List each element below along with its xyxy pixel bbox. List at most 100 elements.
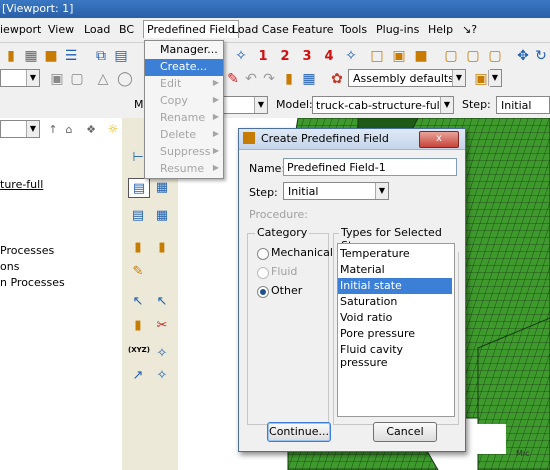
types-list[interactable]: Temperature Material assignment Initial … (337, 243, 455, 417)
view-3-button[interactable]: 3 (298, 47, 316, 65)
continue-button[interactable]: Continue... (267, 422, 331, 442)
close-icon[interactable]: x (419, 131, 459, 148)
menu-plug-ins[interactable]: Plug-ins (376, 23, 419, 36)
radio-fluid[interactable] (257, 267, 269, 279)
type-void-ratio[interactable]: Void ratio (338, 310, 452, 326)
menu-view[interactable]: View (48, 23, 74, 36)
step-combo[interactable]: Initial (496, 96, 550, 114)
type-fluid-cavity-pressure[interactable]: Fluid cavity pressure (338, 342, 452, 369)
tree-home-icon[interactable]: ⌂ (60, 120, 78, 138)
amplitude-icon[interactable]: ✎ (128, 262, 148, 280)
field-create-icon[interactable]: ▮ (128, 238, 148, 256)
menu-item-manager[interactable]: Manager... (145, 42, 223, 59)
undo-icon[interactable]: ↶ (242, 70, 260, 88)
datum-icon[interactable]: ↗ (128, 366, 148, 384)
query-icon[interactable]: ▮ (280, 70, 298, 88)
cube-combo[interactable]: ▼ (488, 69, 502, 87)
tree-item-processes[interactable]: Processes (0, 244, 54, 257)
radio-mechanical[interactable] (257, 248, 269, 260)
iso-view-icon[interactable]: ▢ (442, 47, 460, 65)
select-circle-icon[interactable]: ◯ (116, 70, 134, 88)
color-palette-icon[interactable]: ✿ (328, 70, 346, 88)
name-field[interactable]: Predefined Field-1 (283, 158, 457, 176)
field-manager-icon[interactable]: ▮ (152, 238, 172, 256)
menu-item-create[interactable]: Create... (145, 59, 223, 76)
whats-this-icon[interactable]: ↘? (462, 23, 477, 36)
assembly-defaults-value: Assembly defaults (353, 72, 454, 85)
bc-icon[interactable]: ⧉ (92, 47, 110, 65)
menu-viewport[interactable]: iewport (0, 23, 41, 36)
view-4-button[interactable]: 4 (320, 47, 338, 65)
datum-axis-icon[interactable]: ✧ (152, 366, 172, 384)
tree-item-model[interactable]: ture-full (0, 178, 43, 191)
menu-feature[interactable]: Feature (292, 23, 334, 36)
step-select[interactable]: Initial ▼ (283, 182, 389, 200)
predefined-create-icon[interactable]: ▤ (128, 178, 150, 198)
model-combo[interactable]: truck-cab-structure-full ▼ (312, 96, 454, 114)
menu-load[interactable]: Load (84, 23, 110, 36)
redo-icon[interactable]: ↷ (260, 70, 278, 88)
module-icon[interactable]: ▮ (2, 47, 20, 65)
pan-icon[interactable]: ✥ (514, 47, 532, 65)
window-title-bar: [Viewport: 1] (0, 0, 550, 18)
view-1-button[interactable]: 1 (254, 47, 272, 65)
module-combo[interactable]: ▼ (222, 96, 268, 114)
assembly-defaults-combo[interactable]: Assembly defaults ▼ (348, 69, 466, 87)
bc-manager-icon-2[interactable]: ▦ (152, 206, 172, 224)
triad-icon[interactable]: ✧ (232, 47, 250, 65)
bc-manager-icon[interactable]: ▤ (112, 47, 130, 65)
tree-item-n-processes[interactable]: n Processes (0, 276, 65, 289)
menu-item-edit[interactable]: Edit ▶ (145, 76, 223, 93)
cut-icon[interactable]: ✂ (152, 316, 172, 334)
csys-icon[interactable]: ✧ (152, 344, 172, 362)
menu-tools[interactable]: Tools (340, 23, 367, 36)
tree-tip-icon[interactable]: ☼ (104, 120, 122, 138)
model-label: Model: (276, 98, 313, 111)
category-group (247, 233, 329, 425)
rotate-icon[interactable]: ↻ (532, 47, 550, 65)
menu-load-case[interactable]: Load Case (232, 23, 289, 36)
type-pore-pressure[interactable]: Pore pressure (338, 326, 452, 342)
select-box-icon[interactable]: ▢ (68, 70, 86, 88)
type-initial-state[interactable]: Initial state (338, 278, 452, 294)
render-shaded-icon[interactable]: ■ (412, 47, 430, 65)
select-poly-icon[interactable]: △ (94, 70, 112, 88)
side-view-icon[interactable]: ▢ (486, 47, 504, 65)
tree-filter-combo[interactable]: ▼ (0, 120, 40, 138)
tree-filter-icon[interactable]: ❖ (82, 120, 100, 138)
type-temperature[interactable]: Temperature (338, 246, 452, 262)
menu-item-resume[interactable]: Resume ▶ (145, 161, 223, 178)
type-saturation[interactable]: Saturation (338, 294, 452, 310)
select-icon[interactable]: ▣ (48, 70, 66, 88)
menu-item-delete[interactable]: Delete ▶ (145, 127, 223, 144)
render-hidden-icon[interactable]: ▣ (390, 47, 408, 65)
menu-help[interactable]: Help (428, 23, 453, 36)
view-2-button[interactable]: 2 (276, 47, 294, 65)
list-icon[interactable]: ☰ (62, 47, 80, 65)
cancel-button[interactable]: Cancel (373, 422, 437, 442)
menu-item-copy[interactable]: Copy ▶ (145, 93, 223, 110)
predefined-manager-icon[interactable]: ▦ (152, 178, 172, 196)
table-icon[interactable]: ▦ (300, 70, 318, 88)
render-wire-icon[interactable]: □ (368, 47, 386, 65)
radio-other-label: Other (271, 284, 303, 297)
cursor-icon[interactable]: ↖ (128, 292, 148, 310)
load-icon[interactable]: ■ (42, 47, 60, 65)
dialog-title-bar[interactable]: Create Predefined Field x (239, 129, 465, 150)
cursor-copy-icon[interactable]: ↖ (152, 292, 172, 310)
menu-item-rename[interactable]: Rename ▶ (145, 110, 223, 127)
bc-create-icon[interactable]: ▤ (128, 206, 148, 224)
type-material-assignment[interactable]: Material assignment (338, 262, 452, 289)
front-view-icon[interactable]: ▢ (464, 47, 482, 65)
selection-filter-combo[interactable]: ▼ (0, 69, 40, 87)
predefined-field-menu: Manager... Create... Edit ▶ Copy ▶ Rename ▶… (144, 40, 224, 179)
partition-icon[interactable]: ▮ (128, 316, 148, 334)
menu-predefined-field[interactable]: Predefined Field (143, 20, 239, 38)
tree-item-ons[interactable]: ons (0, 260, 19, 273)
menu-item-suppress[interactable]: Suppress ▶ (145, 144, 223, 161)
dropper-icon[interactable]: ✎ (224, 70, 242, 88)
grid-icon[interactable]: ▦ (22, 47, 40, 65)
menu-bc[interactable]: BC (119, 23, 134, 36)
axis-icon[interactable]: ✧ (342, 47, 360, 65)
radio-other[interactable] (257, 286, 269, 298)
